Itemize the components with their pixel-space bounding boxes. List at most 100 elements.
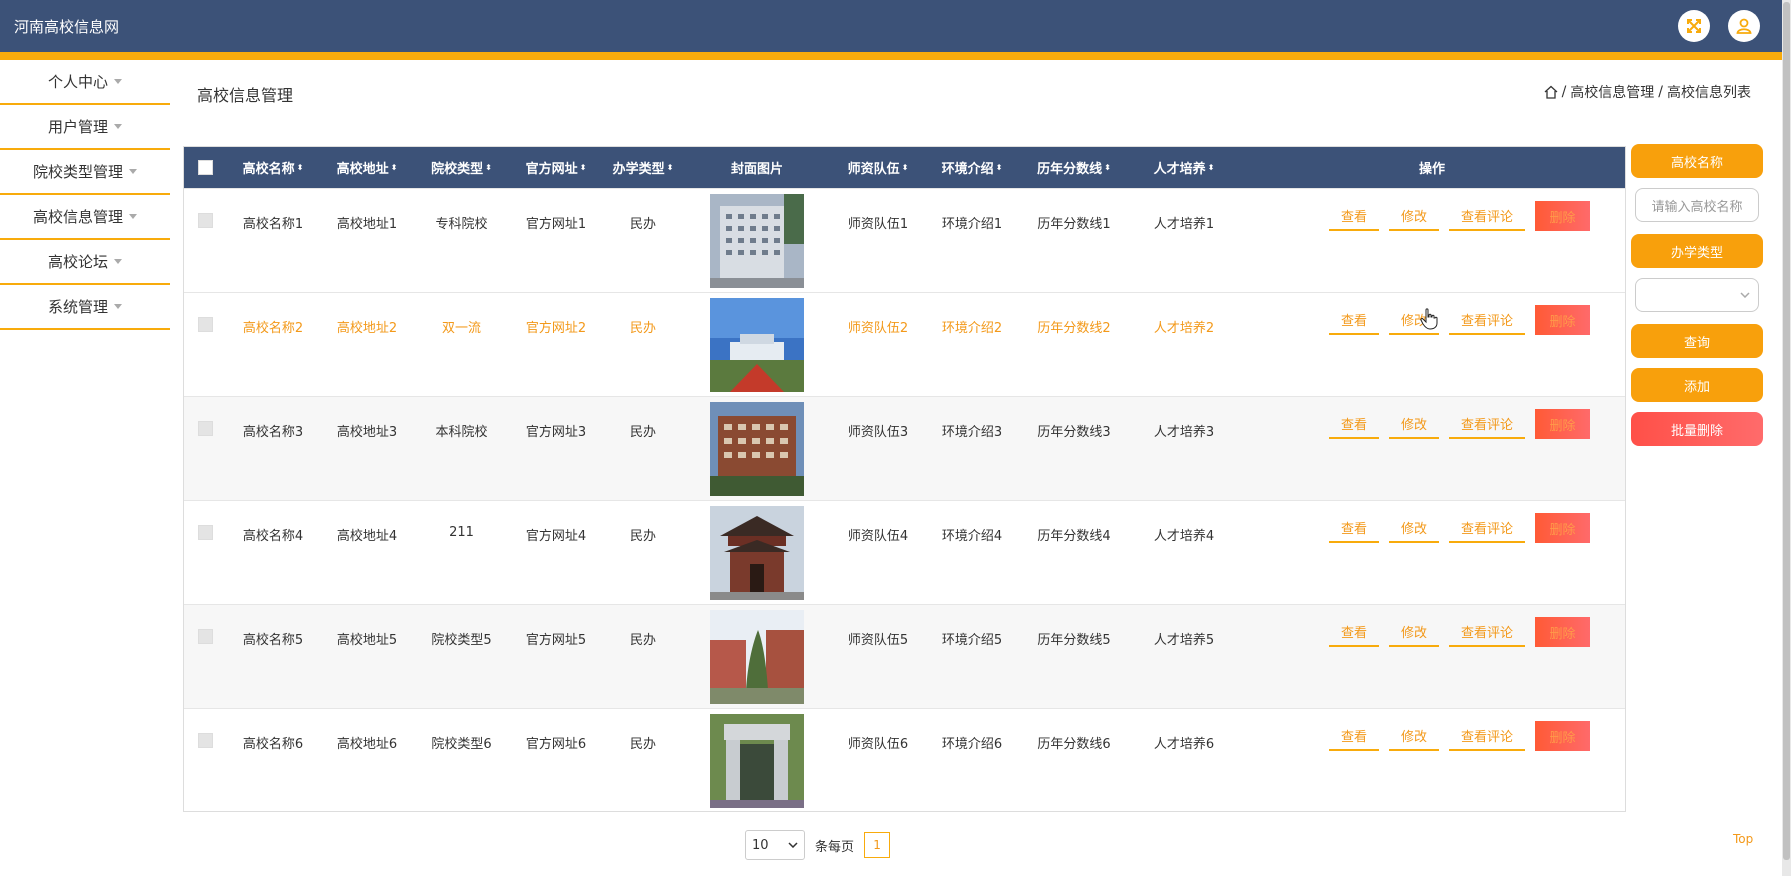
delete-button[interactable]: 删除: [1535, 513, 1591, 543]
table-row: 高校名称6 高校地址6 院校类型6 官方网址6 民办 师资队伍6 环境介绍6 历…: [184, 708, 1625, 812]
cell-environment: 环境介绍1: [941, 217, 1003, 232]
sidebar-item-forum[interactable]: 高校论坛: [0, 240, 170, 285]
row-checkbox[interactable]: [197, 733, 213, 748]
breadcrumb-level1[interactable]: 高校信息管理: [1570, 82, 1654, 102]
col-header-name[interactable]: 高校名称 ⬍: [226, 147, 320, 188]
edit-button[interactable]: 修改: [1388, 201, 1439, 231]
col-header-run[interactable]: 办学类型 ⬍: [603, 147, 683, 188]
cell-type: 本科院校: [435, 425, 488, 440]
col-header-address[interactable]: 高校地址 ⬍: [320, 147, 414, 188]
cell-scores: 历年分数线5: [1037, 633, 1111, 648]
col-header-type[interactable]: 院校类型 ⬍: [414, 147, 509, 188]
user-icon[interactable]: [1728, 10, 1760, 42]
view-comments-button[interactable]: 查看评论: [1449, 617, 1526, 647]
cover-image[interactable]: [710, 402, 804, 496]
view-comments-button[interactable]: 查看评论: [1449, 201, 1526, 231]
cell-address: 高校地址6: [336, 737, 398, 752]
sort-icon[interactable]: ⬍: [580, 164, 587, 172]
view-button[interactable]: 查看: [1328, 305, 1379, 335]
view-comments-button[interactable]: 查看评论: [1449, 721, 1526, 751]
sort-icon[interactable]: ⬍: [1104, 164, 1111, 172]
row-checkbox[interactable]: [197, 421, 213, 436]
pagination: 10 条每页 1: [745, 830, 891, 860]
delete-button[interactable]: 删除: [1535, 721, 1591, 751]
view-button[interactable]: 查看: [1328, 201, 1379, 231]
sort-icon[interactable]: ⬍: [485, 164, 492, 172]
sort-icon[interactable]: ⬍: [1208, 164, 1215, 172]
cell-name: 高校名称3: [242, 425, 304, 440]
run-type-select[interactable]: [1635, 278, 1759, 312]
chevron-down-icon: [788, 842, 798, 848]
cover-image[interactable]: [710, 714, 804, 808]
top-bar: 河南高校信息网: [0, 0, 1782, 60]
row-checkbox[interactable]: [197, 213, 213, 228]
col-header-teachers[interactable]: 师资队伍 ⬍: [831, 147, 925, 188]
cell-teachers: 师资队伍4: [847, 529, 909, 544]
cell-name: 高校名称6: [242, 737, 304, 752]
sort-icon[interactable]: ⬍: [391, 164, 398, 172]
cell-run: 民办: [629, 737, 656, 752]
cell-website: 官方网址4: [525, 529, 587, 544]
sort-icon[interactable]: ⬍: [297, 164, 304, 172]
view-comments-button[interactable]: 查看评论: [1449, 305, 1526, 335]
page-size-select[interactable]: 10: [745, 830, 805, 860]
delete-button[interactable]: 删除: [1535, 617, 1591, 647]
home-icon[interactable]: [1544, 85, 1558, 99]
cell-run: 民办: [629, 321, 656, 336]
select-all-checkbox[interactable]: [197, 160, 213, 175]
cover-image[interactable]: [710, 298, 804, 392]
back-to-top-link[interactable]: Top: [1733, 832, 1753, 846]
delete-button[interactable]: 删除: [1535, 201, 1591, 231]
edit-button[interactable]: 修改: [1388, 513, 1439, 543]
view-button[interactable]: 查看: [1328, 617, 1379, 647]
accent-stripe: [0, 52, 1782, 60]
view-button[interactable]: 查看: [1328, 721, 1379, 751]
cover-image[interactable]: [710, 610, 804, 704]
sidebar-item-system-management[interactable]: 系统管理: [0, 285, 170, 330]
cell-run: 民办: [629, 633, 656, 648]
cell-address: 高校地址5: [336, 633, 398, 648]
cell-scores: 历年分数线2: [1037, 321, 1111, 336]
delete-button[interactable]: 删除: [1535, 409, 1591, 439]
view-button[interactable]: 查看: [1328, 513, 1379, 543]
view-comments-button[interactable]: 查看评论: [1449, 409, 1526, 439]
col-header-environment[interactable]: 环境介绍 ⬍: [925, 147, 1019, 188]
fullscreen-icon[interactable]: [1678, 10, 1710, 42]
view-button[interactable]: 查看: [1328, 409, 1379, 439]
batch-delete-button[interactable]: 批量删除: [1631, 412, 1763, 446]
name-filter-label: 高校名称: [1631, 144, 1763, 178]
sidebar-item-personal-center[interactable]: 个人中心: [0, 60, 170, 105]
cover-image[interactable]: [710, 506, 804, 600]
query-button[interactable]: 查询: [1631, 324, 1763, 358]
row-checkbox[interactable]: [197, 317, 213, 332]
cell-website: 官方网址2: [525, 321, 587, 336]
sidebar-item-user-management[interactable]: 用户管理: [0, 105, 170, 150]
cell-type: 专科院校: [435, 217, 488, 232]
sort-icon[interactable]: ⬍: [996, 164, 1003, 172]
row-checkbox[interactable]: [197, 629, 213, 644]
edit-button[interactable]: 修改: [1388, 617, 1439, 647]
cell-environment: 环境介绍5: [941, 633, 1003, 648]
view-comments-button[interactable]: 查看评论: [1449, 513, 1526, 543]
page-scrollbar[interactable]: [1782, 0, 1791, 876]
sort-icon[interactable]: ⬍: [667, 164, 674, 172]
sort-icon[interactable]: ⬍: [902, 164, 909, 172]
col-header-talent[interactable]: 人才培养 ⬍: [1129, 147, 1239, 188]
cover-image[interactable]: [710, 194, 804, 288]
cell-name: 高校名称2: [242, 321, 304, 336]
col-header-scores[interactable]: 历年分数线 ⬍: [1019, 147, 1129, 188]
col-header-website[interactable]: 官方网址 ⬍: [509, 147, 603, 188]
add-button[interactable]: 添加: [1631, 368, 1763, 402]
name-search-input[interactable]: 请输入高校名称: [1635, 188, 1759, 222]
row-checkbox[interactable]: [197, 525, 213, 540]
table-row: 高校名称4 高校地址4 211 官方网址4 民办 师资队伍4 环境介绍4 历年分…: [184, 500, 1625, 604]
delete-button[interactable]: 删除: [1535, 305, 1591, 335]
run-type-filter-label: 办学类型: [1631, 234, 1763, 268]
edit-button[interactable]: 修改: [1388, 721, 1439, 751]
sidebar-item-school-info-management[interactable]: 高校信息管理: [0, 195, 170, 240]
edit-button[interactable]: 修改: [1388, 409, 1439, 439]
page-number-current[interactable]: 1: [864, 832, 891, 858]
sidebar-item-school-type-management[interactable]: 院校类型管理: [0, 150, 170, 195]
scrollbar-thumb[interactable]: [1783, 2, 1790, 860]
cell-scores: 历年分数线1: [1037, 217, 1111, 232]
